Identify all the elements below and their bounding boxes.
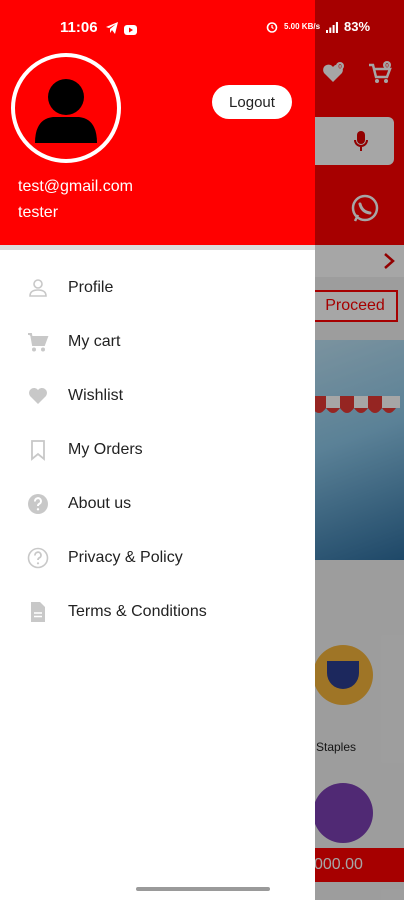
menu-item-label: Privacy & Policy — [68, 549, 183, 566]
menu-item-profile[interactable]: Profile — [0, 261, 315, 315]
drawer-menu: Profile My cart Wishlist My Orders About… — [0, 261, 315, 639]
menu-item-wishlist[interactable]: Wishlist — [0, 369, 315, 423]
menu-item-my-orders[interactable]: My Orders — [0, 423, 315, 477]
signal-icon — [326, 21, 339, 33]
menu-item-label: Profile — [68, 279, 114, 296]
status-indicators: 5.00 KB/s 83% — [266, 19, 370, 34]
bookmark-icon — [27, 439, 49, 461]
menu-item-privacy-policy[interactable]: Privacy & Policy — [0, 531, 315, 585]
logout-button[interactable]: Logout — [212, 85, 292, 119]
menu-item-label: My Orders — [68, 441, 143, 458]
help-outline-icon — [27, 547, 49, 569]
home-indicator[interactable] — [136, 887, 270, 891]
cart-icon — [27, 331, 49, 353]
network-speed: 5.00 KB/s — [284, 21, 321, 31]
heart-icon — [27, 385, 49, 407]
document-icon — [27, 601, 49, 623]
battery-percent: 83% — [344, 19, 371, 34]
help-circle-icon — [27, 493, 49, 515]
menu-item-about-us[interactable]: About us — [0, 477, 315, 531]
telegram-icon — [106, 21, 118, 34]
menu-item-my-cart[interactable]: My cart — [0, 315, 315, 369]
menu-item-label: About us — [68, 495, 132, 512]
person-icon — [27, 277, 49, 299]
navigation-drawer: Logout test@gmail.com tester Profile My … — [0, 0, 315, 900]
menu-item-label: Terms & Conditions — [68, 603, 207, 620]
user-email: test@gmail.com — [18, 178, 133, 195]
menu-item-label: Wishlist — [68, 387, 124, 404]
user-name: tester — [18, 204, 59, 221]
header-divider — [0, 245, 315, 250]
alarm-icon — [266, 21, 278, 33]
youtube-icon — [124, 22, 137, 35]
menu-item-terms-conditions[interactable]: Terms & Conditions — [0, 585, 315, 639]
avatar[interactable] — [11, 53, 121, 163]
status-time: 11:06 — [60, 19, 98, 36]
menu-item-label: My cart — [68, 333, 121, 350]
status-bar: 11:06 5.00 KB/s 83% — [0, 0, 404, 44]
